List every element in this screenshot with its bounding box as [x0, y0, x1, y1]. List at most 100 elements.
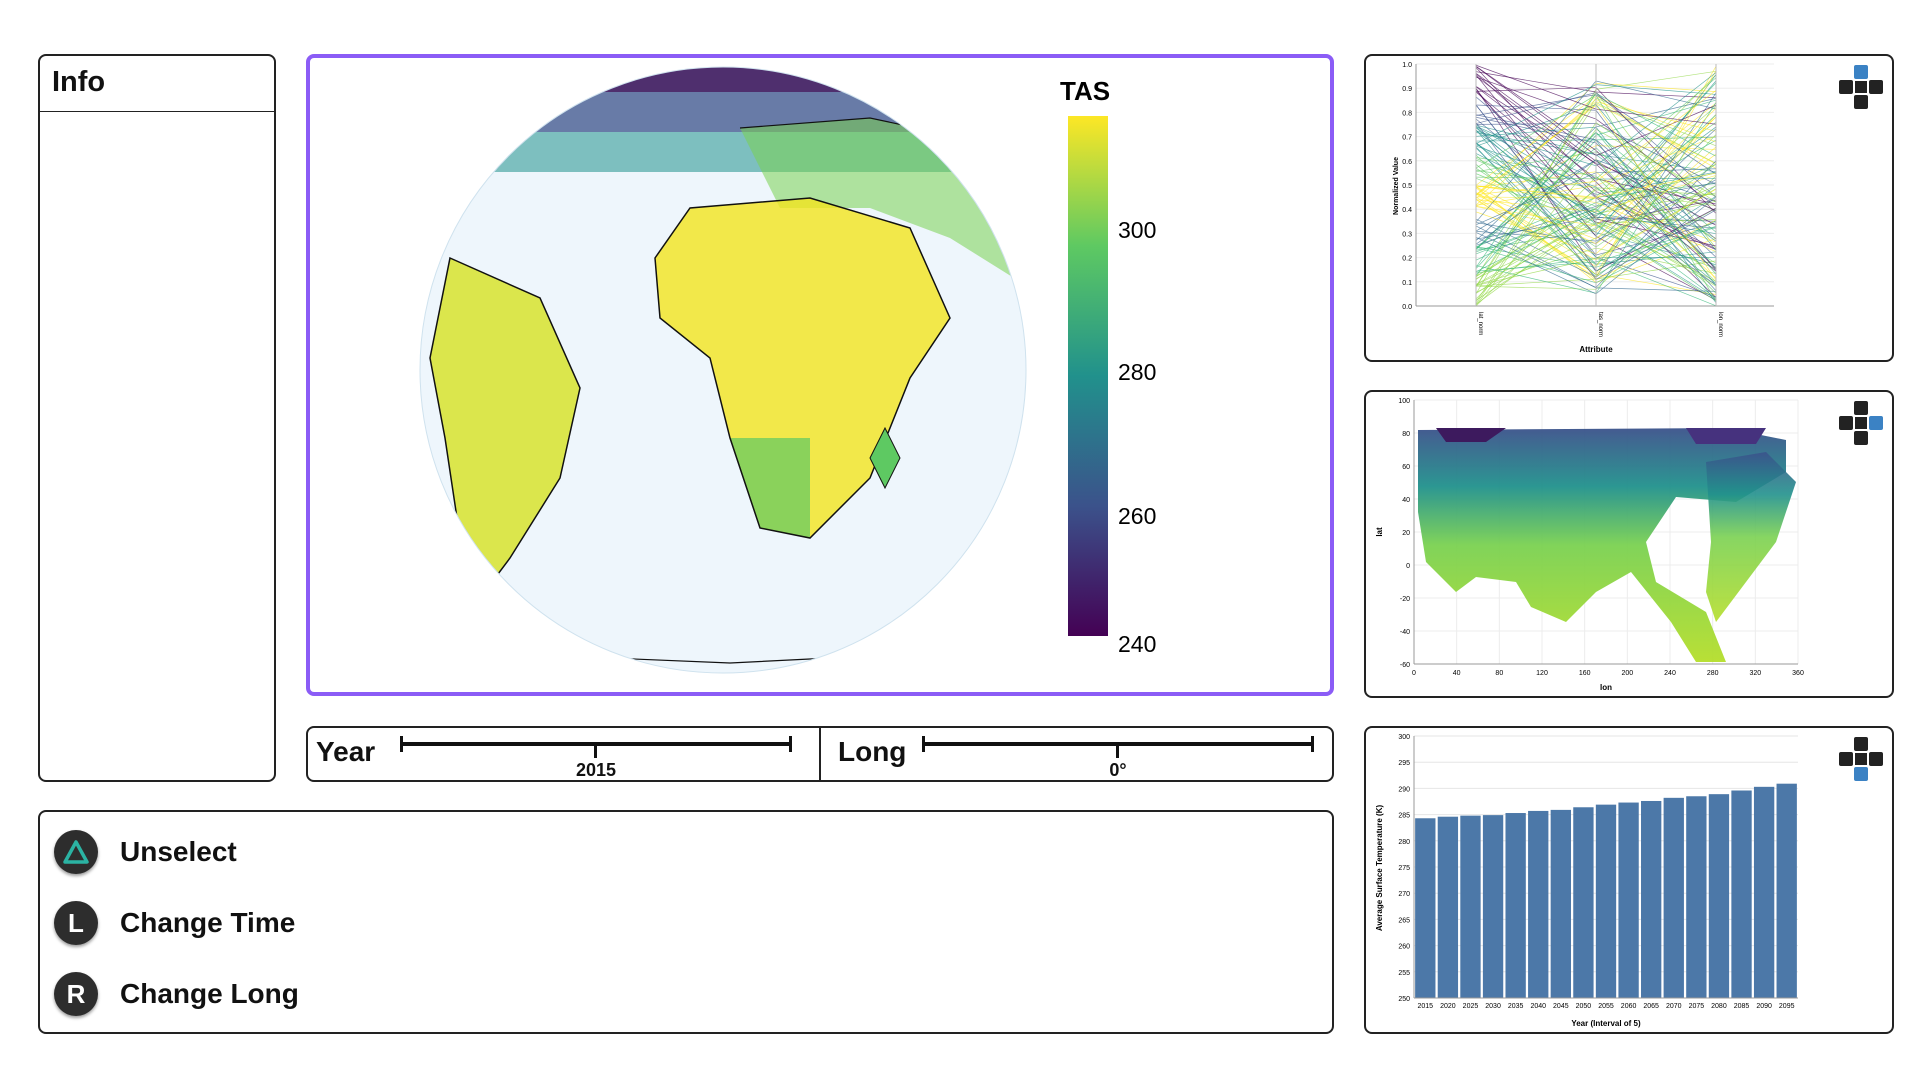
parallel-coordinates-panel[interactable]: 1.0 0.9 0.8 0.7 0.6 0.5 0.4 0.3 0.2 0.1 0.0 lat_no…	[1364, 54, 1894, 362]
bar-2020[interactable]	[1437, 816, 1459, 998]
control-change-time-label: Change Time	[120, 907, 296, 938]
bar-ytick: 265	[1398, 917, 1410, 924]
slider-divider	[819, 728, 821, 780]
map-ytick: -20	[1400, 596, 1410, 603]
map-xlabel: lon	[1600, 683, 1612, 692]
bar-2030[interactable]	[1482, 815, 1504, 998]
pc-ytick: 0.0	[1402, 304, 1412, 311]
globe-svg[interactable]: TAS 300 280 260 240	[310, 58, 1330, 692]
pc-axis-label: tas_norm	[1597, 312, 1603, 337]
legend-tick-240: 240	[1118, 631, 1156, 657]
bar-2015[interactable]	[1415, 818, 1436, 998]
long-slider-value: 0°	[1109, 760, 1127, 780]
map-ylabel: lat	[1375, 527, 1384, 537]
bar-2065[interactable]	[1641, 800, 1662, 998]
bar-2085[interactable]	[1731, 790, 1752, 998]
info-title: Info	[40, 56, 274, 112]
bar-chart-panel[interactable]: 300 295 290 285 280 275 270 265 260 255 250 2015 20…	[1364, 726, 1894, 1034]
legend-title: TAS	[1060, 76, 1110, 106]
bar-2075[interactable]	[1686, 796, 1707, 998]
bar-xtick: 2070	[1666, 1003, 1682, 1010]
bar-ylabel: Average Surface Temperature (K)	[1375, 805, 1384, 932]
bar-ytick: 290	[1398, 786, 1410, 793]
map-ytick: 100	[1398, 398, 1410, 405]
bar-xtick: 2040	[1530, 1003, 1546, 1010]
bar-xtick: 2085	[1734, 1003, 1750, 1010]
triangle-button-icon	[54, 830, 98, 874]
bar-2045[interactable]	[1550, 809, 1571, 998]
bar-xtick: 2025	[1463, 1003, 1479, 1010]
lat-lon-map-panel[interactable]: 100 80 60 40 20 0 -20 -40 -60 0 40 80 120 160 200 240 2…	[1364, 390, 1894, 698]
map-xtick: 240	[1664, 670, 1676, 677]
pc-ytick: 0.2	[1402, 256, 1412, 263]
map-land-layer	[1418, 428, 1796, 662]
map-xtick: 40	[1453, 670, 1461, 677]
map-xtick: 360	[1792, 670, 1804, 677]
map-ytick: 20	[1402, 530, 1410, 537]
map-xtick: 320	[1749, 670, 1761, 677]
globe-panel[interactable]: TAS 300 280 260 240	[306, 54, 1334, 696]
bar-ytick: 295	[1398, 760, 1410, 767]
bar-2025[interactable]	[1460, 815, 1481, 998]
bar-ytick: 255	[1398, 970, 1410, 977]
map-ytick: 60	[1402, 464, 1410, 471]
map-ytick: 80	[1402, 431, 1410, 438]
map-xtick: 280	[1707, 670, 1719, 677]
bar-ytick: 285	[1398, 813, 1410, 820]
long-slider-label: Long	[838, 736, 907, 767]
bar-ytick: 280	[1398, 839, 1410, 846]
bar-2080[interactable]	[1708, 794, 1730, 998]
legend-tick-260: 260	[1118, 503, 1156, 529]
pc-ytick: 0.7	[1402, 135, 1412, 142]
bar-xtick: 2075	[1689, 1003, 1705, 1010]
legend-tick-280: 280	[1118, 359, 1156, 385]
bar-2060[interactable]	[1618, 802, 1639, 998]
map-ytick: 40	[1402, 497, 1410, 504]
dpad-right-icon	[1838, 400, 1884, 446]
bar-ytick: 250	[1398, 996, 1410, 1003]
control-unselect: Unselect	[54, 828, 237, 876]
l-button-icon: L	[54, 901, 98, 945]
bar-2070[interactable]	[1663, 797, 1684, 998]
year-slider-label: Year	[316, 736, 376, 767]
pc-ytick: 1.0	[1402, 62, 1412, 69]
dpad-down-icon	[1838, 736, 1884, 782]
pc-ylabel: Normalized Value	[1393, 157, 1400, 215]
bar-2095[interactable]	[1776, 783, 1797, 998]
bar-2040[interactable]	[1528, 810, 1549, 998]
pc-axis-label: lon_norm	[1717, 312, 1723, 337]
pc-ytick: 0.3	[1402, 231, 1412, 238]
bar-2090[interactable]	[1753, 786, 1775, 998]
bar-xtick: 2080	[1711, 1003, 1727, 1010]
legend-tick-300: 300	[1118, 217, 1156, 243]
bar-xtick: 2050	[1576, 1003, 1592, 1010]
lat-lon-map-chart: 100806040200-20-40-60 0 40 80 120 160 200 240 2…	[1375, 398, 1804, 692]
temperature-bar-chart: 300 295 290 285 280 275 270 265 260 255 250 2015 20…	[1375, 734, 1798, 1028]
long-slider-handle[interactable]	[1116, 742, 1119, 758]
bar-2035[interactable]	[1505, 813, 1526, 998]
bar-xtick: 2095	[1779, 1003, 1795, 1010]
pc-axis-label: lat_norm	[1477, 312, 1483, 335]
info-panel: Info	[38, 54, 276, 782]
bar-ytick: 260	[1398, 944, 1410, 951]
bar-2055[interactable]	[1595, 804, 1617, 998]
year-slider-handle[interactable]	[594, 742, 597, 758]
bar-2050[interactable]	[1573, 807, 1594, 998]
bar-xtick: 2065	[1643, 1003, 1659, 1010]
pc-xlabel: Attribute	[1579, 345, 1613, 354]
bar-xlabel: Year (Interval of 5)	[1571, 1019, 1641, 1028]
pc-ytick: 0.4	[1402, 207, 1412, 214]
map-xtick: 200	[1621, 670, 1633, 677]
map-xtick: 160	[1579, 670, 1591, 677]
pc-ytick: 0.5	[1402, 183, 1412, 190]
dpad-up-icon	[1838, 64, 1884, 110]
pc-ytick: 0.6	[1402, 159, 1412, 166]
bar-xtick: 2030	[1485, 1003, 1501, 1010]
year-slider-value: 2015	[575, 760, 617, 780]
r-button-icon: R	[54, 972, 98, 1016]
map-ytick: 0	[1406, 563, 1410, 570]
map-xtick: 0	[1412, 670, 1416, 677]
map-ytick: -40	[1400, 629, 1410, 636]
bar-xtick: 2045	[1553, 1003, 1569, 1010]
bar-xtick: 2020	[1440, 1003, 1456, 1010]
